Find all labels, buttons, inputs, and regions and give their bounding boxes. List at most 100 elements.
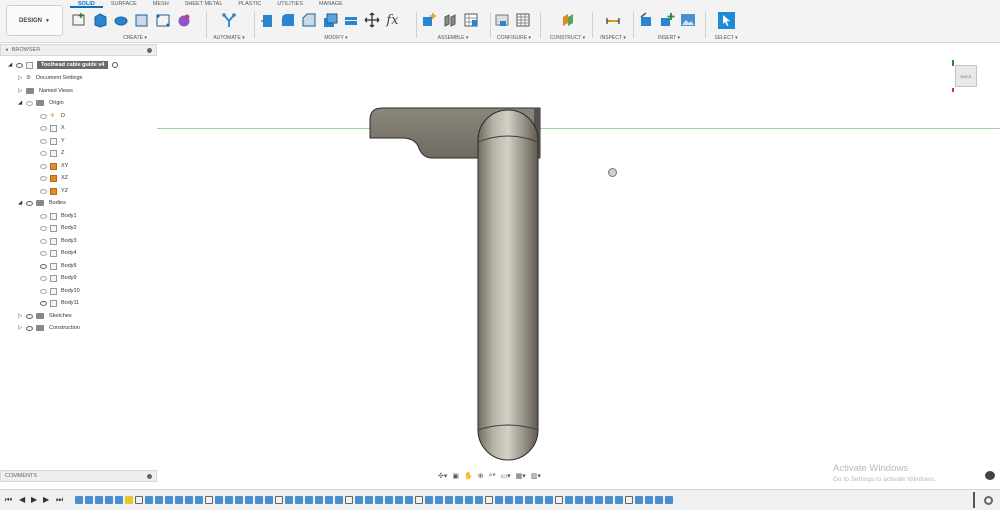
insert-mesh-icon[interactable]	[658, 12, 675, 29]
visibility-eye-icon[interactable]	[40, 150, 47, 156]
timeline-feature[interactable]	[535, 495, 543, 504]
visibility-eye-icon[interactable]	[40, 300, 47, 306]
visibility-eye-icon[interactable]	[40, 125, 47, 131]
timeline-feature[interactable]	[215, 495, 223, 504]
visibility-eye-icon[interactable]	[40, 138, 47, 144]
pan-icon[interactable]: ✋	[464, 472, 473, 480]
tab-solid[interactable]: SOLID	[70, 0, 103, 8]
insert-menu[interactable]: INSERT ▾	[637, 34, 701, 42]
timeline-feature[interactable]	[395, 495, 403, 504]
timeline-feature[interactable]	[515, 495, 523, 504]
select-menu[interactable]: SELECT ▾	[710, 34, 742, 42]
timeline-feature[interactable]	[375, 495, 383, 504]
collapse-triangle-icon[interactable]: ◢	[8, 62, 14, 68]
chamfer-icon[interactable]	[300, 12, 317, 29]
browser-header[interactable]: ◂ BROWSER	[0, 44, 157, 56]
grid-settings-icon[interactable]: ▦▾	[516, 472, 526, 480]
tab-surface[interactable]: SURFACE	[103, 0, 145, 8]
timeline-feature[interactable]	[275, 495, 283, 504]
timeline-feature[interactable]	[245, 495, 253, 504]
timeline-feature[interactable]	[435, 495, 443, 504]
create-menu[interactable]: CREATE ▾	[70, 34, 200, 42]
pin-icon[interactable]	[147, 47, 152, 53]
timeline-feature[interactable]	[545, 495, 553, 504]
timeline-feature[interactable]	[195, 495, 203, 504]
visibility-eye-icon[interactable]	[40, 275, 47, 281]
timeline-feature[interactable]	[295, 495, 303, 504]
visibility-eye-icon[interactable]	[40, 225, 47, 231]
timeline-feature[interactable]	[105, 495, 113, 504]
timeline-feature[interactable]	[555, 495, 563, 504]
viewcube[interactable]: BACK	[952, 60, 982, 92]
automate-icon[interactable]	[221, 12, 238, 29]
timeline-feature[interactable]	[365, 495, 373, 504]
visibility-eye-icon[interactable]	[26, 325, 33, 331]
timeline-feature[interactable]	[225, 495, 233, 504]
select-icon[interactable]	[717, 11, 735, 29]
tab-plastic[interactable]: PLASTIC	[230, 0, 269, 8]
timeline-feature[interactable]	[415, 495, 423, 504]
tab-utilities[interactable]: UTILITIES	[269, 0, 311, 8]
timeline-feature[interactable]	[525, 495, 533, 504]
visibility-eye-icon[interactable]	[26, 100, 33, 106]
display-settings-icon[interactable]: ▭▾	[500, 472, 510, 480]
step-forward-icon[interactable]: ▶	[43, 495, 49, 504]
collapse-triangle-icon[interactable]: ◢	[18, 100, 24, 106]
timeline-feature[interactable]	[475, 495, 483, 504]
visibility-eye-icon[interactable]	[40, 263, 47, 269]
timeline-feature[interactable]	[145, 495, 153, 504]
tab-sheet-metal[interactable]: SHEET METAL	[177, 0, 231, 8]
timeline-feature[interactable]	[155, 495, 163, 504]
timeline-feature[interactable]	[175, 495, 183, 504]
visibility-eye-icon[interactable]	[26, 200, 33, 206]
viewcube-face[interactable]: BACK	[955, 65, 977, 87]
activate-radio-icon[interactable]	[112, 62, 119, 68]
workspace-switcher[interactable]: DESIGN ▼	[6, 5, 63, 36]
loft-icon[interactable]	[154, 12, 171, 29]
insert-canvas-icon[interactable]	[679, 12, 696, 29]
new-component-icon[interactable]	[420, 12, 437, 29]
timeline-feature[interactable]	[135, 495, 143, 504]
timeline-feature[interactable]	[505, 495, 513, 504]
visibility-eye-icon[interactable]	[40, 213, 47, 219]
timeline-feature[interactable]	[575, 495, 583, 504]
timeline-feature[interactable]	[385, 495, 393, 504]
body-item[interactable]: Body10	[40, 285, 80, 297]
timeline-feature[interactable]	[85, 495, 93, 504]
timeline-feature[interactable]	[465, 495, 473, 504]
as-built-joint-icon[interactable]	[462, 12, 479, 29]
timeline-feature[interactable]	[625, 495, 633, 504]
timeline-feature[interactable]	[585, 495, 593, 504]
browser-collapse-icon[interactable]: ◂	[5, 47, 8, 53]
press-pull-icon[interactable]	[258, 12, 275, 29]
tree-named-views[interactable]: ▷ Named Views	[18, 85, 73, 97]
step-back-icon[interactable]: ◀	[19, 495, 25, 504]
body-item[interactable]: Body1	[40, 210, 77, 222]
expand-triangle-icon[interactable]: ▷	[18, 88, 24, 94]
extrude-icon[interactable]	[91, 12, 108, 29]
body-item[interactable]: Body2	[40, 222, 77, 234]
origin-item[interactable]: XZ	[40, 172, 68, 184]
tree-root[interactable]: ◢ Toolhead cable guide v4	[8, 59, 119, 71]
zoom-window-icon[interactable]: ⌕▾	[489, 472, 496, 480]
timeline-feature[interactable]	[645, 495, 653, 504]
timeline-feature[interactable]	[595, 495, 603, 504]
fillet-icon[interactable]	[279, 12, 296, 29]
timeline-feature[interactable]	[635, 495, 643, 504]
timeline-feature[interactable]	[425, 495, 433, 504]
visibility-eye-icon[interactable]	[26, 313, 33, 319]
body-item[interactable]: Body3	[40, 235, 77, 247]
go-to-end-icon[interactable]: ⏭	[56, 495, 63, 505]
add-comment-icon[interactable]	[147, 473, 152, 479]
timeline-feature[interactable]	[115, 495, 123, 504]
timeline-feature[interactable]	[205, 495, 213, 504]
timeline-feature[interactable]	[95, 495, 103, 504]
body-item[interactable]: Body9	[40, 272, 77, 284]
visibility-eye-icon[interactable]	[40, 238, 47, 244]
expand-triangle-icon[interactable]: ▷	[18, 75, 24, 81]
go-to-start-icon[interactable]: ⏮	[5, 495, 12, 505]
origin-item[interactable]: Z	[40, 147, 64, 159]
parameters-icon[interactable]: fx	[384, 12, 401, 29]
timeline-feature[interactable]	[445, 495, 453, 504]
visibility-eye-icon[interactable]	[40, 250, 47, 256]
